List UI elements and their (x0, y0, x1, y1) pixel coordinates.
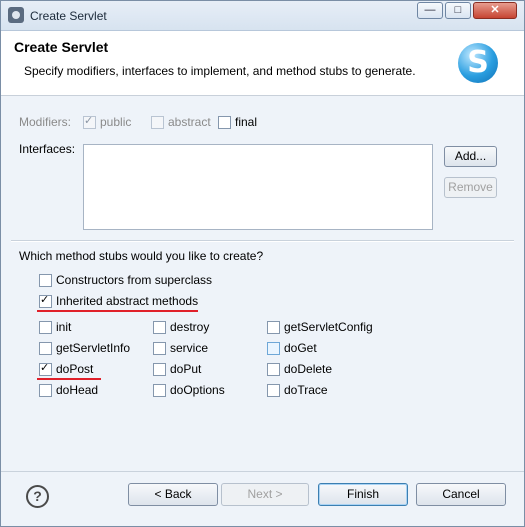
stub-label: destroy (170, 320, 210, 334)
checkbox-box (151, 115, 164, 129)
checkbox-box (39, 383, 52, 397)
wizard-body: Modifiers: public abstract final Interfa… (1, 96, 524, 506)
stub-destroy-checkbox[interactable]: destroy (153, 320, 209, 334)
annotation-underline (37, 378, 101, 380)
modifier-abstract-checkbox[interactable]: abstract (151, 115, 211, 129)
stub-doget-checkbox[interactable]: doGet (267, 341, 317, 355)
modifier-final-checkbox[interactable]: final (218, 115, 257, 129)
method-stubs-question: Which method stubs would you like to cre… (19, 249, 264, 263)
checkbox-box (267, 362, 280, 376)
checkbox-box (153, 362, 166, 376)
checkbox-box (39, 273, 52, 287)
checkbox-box (218, 115, 231, 129)
stub-init-checkbox[interactable]: init (39, 320, 71, 334)
checkbox-box (153, 341, 166, 355)
wizard-header: Create Servlet Specify modifiers, interf… (1, 31, 524, 96)
modifier-final-label: final (235, 115, 258, 129)
stub-dotrace-checkbox[interactable]: doTrace (267, 383, 328, 397)
stub-doput-checkbox[interactable]: doPut (153, 362, 201, 376)
help-icon[interactable]: ? (26, 485, 49, 508)
modifier-public-label: public (100, 115, 132, 129)
modifier-abstract-label: abstract (168, 115, 211, 129)
stub-dodelete-checkbox[interactable]: doDelete (267, 362, 332, 376)
stub-getservletconfig-checkbox[interactable]: getServletConfig (267, 320, 373, 334)
remove-interface-button[interactable]: Remove (444, 177, 497, 198)
page-description: Specify modifiers, interfaces to impleme… (24, 64, 416, 78)
checkbox-box (39, 293, 52, 308)
servlet-logo-icon: S (458, 43, 498, 83)
stub-label: service (170, 341, 209, 355)
modifiers-label: Modifiers: (19, 115, 72, 129)
stub-label: getServletInfo (56, 341, 131, 355)
stub-label: doGet (284, 341, 317, 355)
interfaces-list[interactable] (83, 144, 433, 230)
inherited-abstract-checkbox[interactable]: Inherited abstract methods (39, 293, 199, 308)
eclipse-app-icon (8, 7, 24, 23)
checkbox-box (83, 114, 96, 129)
close-button[interactable]: ✕ (473, 2, 517, 19)
stub-label: doTrace (284, 383, 328, 397)
checkbox-box (267, 341, 280, 355)
window-title: Create Servlet (30, 9, 107, 23)
finish-button[interactable]: Finish (318, 483, 408, 506)
stub-label: getServletConfig (284, 320, 373, 334)
stub-label: doHead (56, 383, 99, 397)
stub-dopost-checkbox[interactable]: doPost (39, 361, 94, 376)
checkbox-box (153, 383, 166, 397)
maximize-button[interactable]: □ (445, 2, 471, 19)
stub-dohead-checkbox[interactable]: doHead (39, 383, 98, 397)
stub-label: init (56, 320, 72, 334)
cancel-button[interactable]: Cancel (416, 483, 506, 506)
checkbox-box (39, 361, 52, 376)
constructors-label: Constructors from superclass (56, 273, 213, 287)
checkbox-box (39, 320, 52, 334)
stub-getservletinfo-checkbox[interactable]: getServletInfo (39, 341, 130, 355)
title-bar[interactable]: Create Servlet — □ ✕ (1, 1, 524, 31)
section-divider (11, 240, 514, 242)
page-title: Create Servlet (14, 39, 109, 55)
stub-service-checkbox[interactable]: service (153, 341, 208, 355)
stub-label: doPut (170, 362, 202, 376)
stub-dooptions-checkbox[interactable]: doOptions (153, 383, 225, 397)
constructors-checkbox[interactable]: Constructors from superclass (39, 273, 212, 287)
inherited-abstract-label: Inherited abstract methods (56, 294, 199, 308)
stub-label: doDelete (284, 362, 333, 376)
modifier-public-checkbox[interactable]: public (83, 114, 132, 129)
checkbox-box (39, 341, 52, 355)
interfaces-label: Interfaces: (19, 142, 76, 156)
add-interface-button[interactable]: Add... (444, 146, 497, 167)
stub-label: doPost (56, 362, 94, 376)
checkbox-box (267, 383, 280, 397)
minimize-button[interactable]: — (417, 2, 443, 19)
checkbox-box (153, 320, 166, 334)
checkbox-box (267, 320, 280, 334)
footer-divider (1, 471, 524, 472)
stub-label: doOptions (170, 383, 225, 397)
next-button[interactable]: Next > (221, 483, 309, 506)
annotation-underline (37, 310, 198, 312)
create-servlet-dialog: Create Servlet — □ ✕ Create Servlet Spec… (0, 0, 525, 527)
back-button[interactable]: < Back (128, 483, 218, 506)
